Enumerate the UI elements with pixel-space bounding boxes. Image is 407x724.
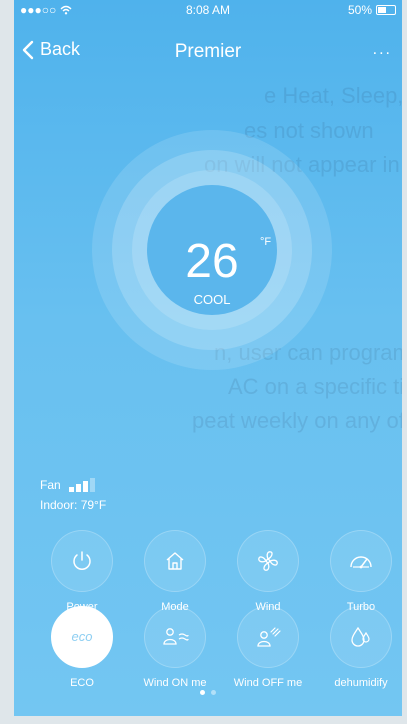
mode-label: COOL: [193, 292, 231, 307]
page-dot[interactable]: [211, 690, 216, 695]
eco-icon: eco: [72, 629, 93, 644]
status-bar: ●●●○○ 8:08 AM 50%: [14, 0, 402, 20]
dehumidify-label: dehumidify: [334, 677, 388, 689]
print-through: es not shown: [244, 118, 374, 143]
indoor-temperature: Indoor: 79°F: [40, 498, 107, 512]
battery-indicator: 50%: [348, 3, 396, 17]
dehumidify-button-circle[interactable]: [330, 606, 392, 668]
eco-label: ECO: [70, 677, 94, 689]
fan-label: Fan: [40, 478, 61, 492]
svg-text:eco: eco: [72, 629, 93, 644]
fan-speed-bars: [68, 478, 95, 492]
app-screen: e Heat, Sleep, Lock es not shown on will…: [14, 0, 402, 716]
page-dot[interactable]: [200, 690, 205, 695]
fan-speed-bar: [68, 487, 74, 492]
print-through: peat weekly on any of: [192, 408, 402, 433]
status-time: 8:08 AM: [185, 3, 231, 17]
power-icon: [73, 551, 91, 570]
power-button[interactable]: Power: [37, 530, 127, 613]
wind-on-me-label: Wind ON me: [143, 677, 207, 689]
wind-off-me-button-circle[interactable]: [237, 606, 299, 668]
droplet-icon: [351, 626, 370, 647]
nav-bar: Back Premier ...: [14, 35, 402, 67]
print-through: AC on a specific time,: [228, 374, 402, 399]
wind-on-me-button-circle[interactable]: [144, 606, 206, 668]
fan-speed[interactable]: Fan: [40, 478, 95, 492]
page-indicator[interactable]: [14, 690, 402, 695]
wind-on-person-icon: [163, 628, 189, 645]
wind-button-circle[interactable]: [237, 530, 299, 592]
mode-button-circle[interactable]: [144, 530, 206, 592]
fan-speed-bar: [82, 481, 88, 492]
fan-speed-bar: [75, 484, 81, 492]
house-icon: [166, 552, 184, 570]
wind-off-me-button[interactable]: Wind OFF me: [223, 606, 313, 689]
fan-blades-icon: [258, 551, 278, 571]
temperature-dial[interactable]: 26 °F COOL: [92, 130, 332, 370]
wind-button[interactable]: Wind: [223, 530, 313, 613]
eco-button[interactable]: eco ECO: [37, 606, 127, 689]
mode-button[interactable]: Mode: [130, 530, 220, 613]
wind-on-me-button[interactable]: Wind ON me: [130, 606, 220, 689]
battery-percent: 50%: [347, 3, 372, 17]
wind-off-me-label: Wind OFF me: [233, 677, 303, 689]
power-button-circle[interactable]: [51, 530, 113, 592]
eco-button-circle[interactable]: eco: [51, 606, 113, 668]
wind-off-person-icon: [257, 627, 281, 647]
temperature-value: 26: [185, 235, 239, 288]
temperature-unit: °F: [260, 236, 272, 248]
print-through: e Heat, Sleep, Lock: [264, 83, 402, 108]
turbo-button[interactable]: Turbo: [316, 530, 402, 613]
turbo-button-circle[interactable]: [330, 530, 392, 592]
battery-icon: [376, 5, 396, 15]
more-button[interactable]: ...: [373, 41, 392, 59]
gauge-icon: [350, 556, 372, 569]
dehumidify-button[interactable]: dehumidify: [316, 606, 402, 689]
page-title: Premier: [174, 41, 242, 62]
fan-speed-bar: [89, 478, 95, 492]
